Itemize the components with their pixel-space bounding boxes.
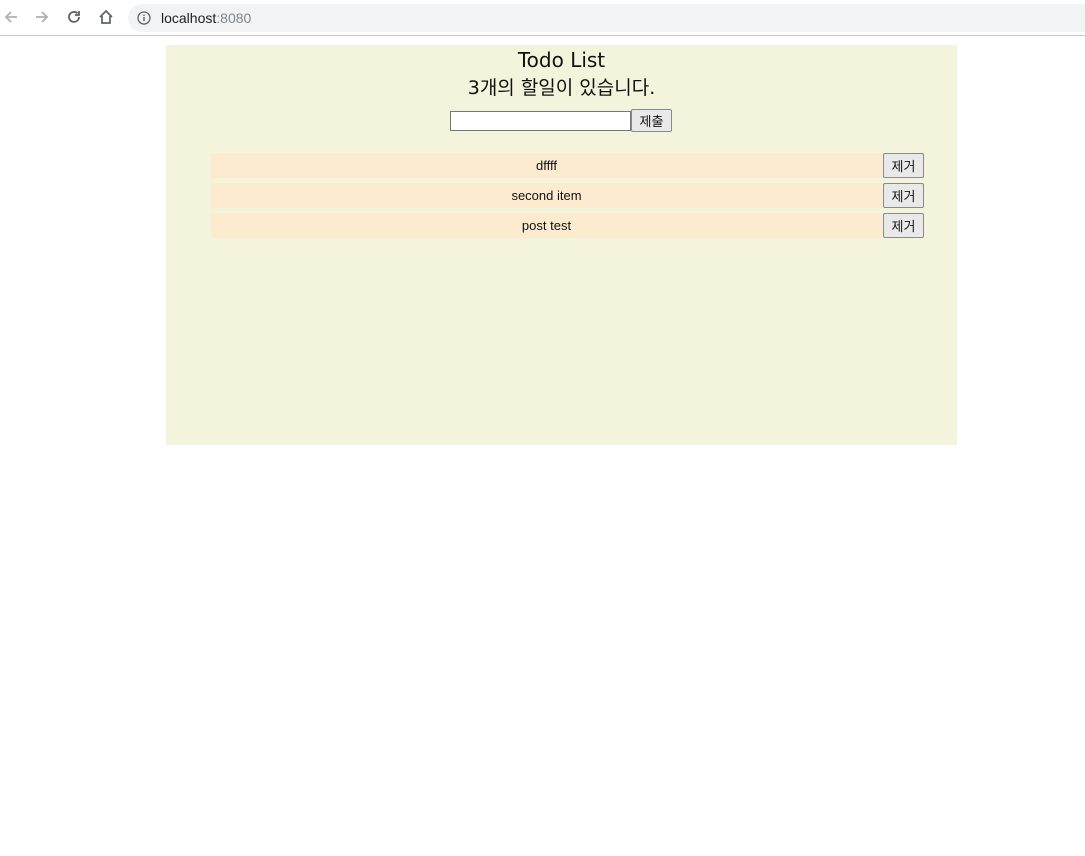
back-icon [3,9,19,25]
reload-button[interactable] [63,6,85,28]
home-icon [98,9,114,25]
url-host: localhost [161,10,217,26]
list-item: post test 제거 [211,213,924,238]
url-text: localhost:8080 [161,10,251,26]
todo-input[interactable] [450,110,631,131]
list-item: dffff 제거 [211,153,924,178]
browser-toolbar: localhost:8080 [0,0,1085,36]
list-item: second item 제거 [211,183,924,208]
todo-panel: Todo List 3개의 할일이 있습니다. 제출 dffff 제거 seco… [166,45,957,445]
todo-count: 3개의 할일이 있습니다. [467,77,656,99]
info-icon[interactable] [137,11,151,25]
todo-form: 제출 [450,109,672,132]
home-button[interactable] [95,6,117,28]
remove-button[interactable]: 제거 [883,153,924,178]
url-port: :8080 [216,10,252,26]
remove-button[interactable]: 제거 [883,183,924,208]
reload-icon [66,9,82,25]
page-title: Todo List [517,48,606,72]
todo-item-text: second item [211,183,882,208]
address-bar[interactable]: localhost:8080 [128,4,1085,32]
todo-item-text: dffff [211,153,882,178]
todo-list: dffff 제거 second item 제거 post test 제거 [211,153,924,243]
submit-button[interactable]: 제출 [631,109,672,132]
todo-item-text: post test [211,213,882,238]
forward-button[interactable] [31,6,53,28]
forward-icon [34,9,50,25]
back-button[interactable] [0,6,22,28]
remove-button[interactable]: 제거 [883,213,924,238]
